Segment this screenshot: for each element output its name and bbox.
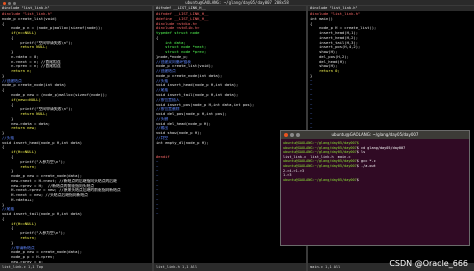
terminal-title: ubuntu@GAOLANG: ~/glang/day05/day007 <box>331 132 419 137</box>
terminal-title-bar[interactable]: ubuntu@GAOLANG: ~/glang/day05/day007 <box>281 131 469 139</box>
terminal-window[interactable]: ubuntu@GAOLANG: ~/glang/day05/day007 ubu… <box>280 130 470 246</box>
terminal-output[interactable]: ubuntu@GAOLANG:~/glang/day05/day007$ ubu… <box>281 139 469 184</box>
editor-pane-list-link-c[interactable]: #include "list_link.h" #include "list_li… <box>0 6 152 263</box>
status-line-list-link-c: list_link.c 1,1 Top <box>0 263 152 271</box>
code-area[interactable]: #include "list_link.h" int main(){ node_p… <box>308 11 474 136</box>
csdn-watermark: CSDN @Oracle_666 <box>389 259 468 268</box>
code-area[interactable]: #include "list_link.h" node_p create_list… <box>0 11 152 263</box>
status-line-list-link-h: list_link.h 1,1 All <box>154 263 306 271</box>
terminal-line: ubuntu@GAOLANG:~/glang/day05/day007$ <box>283 177 361 182</box>
